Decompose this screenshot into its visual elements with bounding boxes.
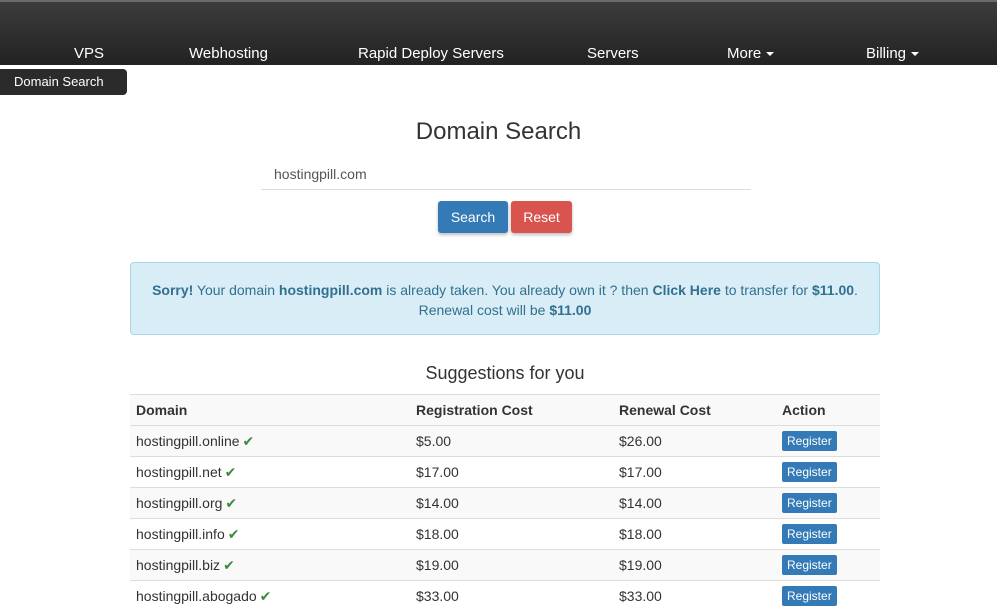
alert-line-2: Renewal cost will be $11.00 — [131, 300, 879, 320]
registration-cost-cell: $33.00 — [410, 580, 613, 609]
alert-text: Your domain — [193, 282, 279, 298]
table-header-row: Domain Registration Cost Renewal Cost Ac… — [130, 394, 880, 426]
breadcrumb-label: Domain Search — [14, 74, 104, 89]
check-icon: ✔ — [259, 587, 272, 604]
action-cell: Register — [776, 487, 880, 519]
column-header-domain: Domain — [130, 394, 410, 426]
table-row: hostingpill.info ✔ $18.00 $18.00 Register — [130, 518, 880, 550]
domain-name: hostingpill.org — [136, 494, 223, 511]
renewal-cost-cell: $33.00 — [613, 580, 776, 609]
register-button[interactable]: Register — [782, 493, 837, 513]
domain-name: hostingpill.info — [136, 525, 225, 542]
register-button[interactable]: Register — [782, 586, 837, 606]
transfer-link[interactable]: Click Here — [652, 282, 720, 298]
table-row: hostingpill.abogado ✔ $33.00 $33.00 Regis… — [130, 580, 880, 609]
registration-cost-cell: $19.00 — [410, 549, 613, 581]
breadcrumb[interactable]: Domain Search — [0, 69, 127, 95]
nav-item-label: Servers — [587, 45, 639, 62]
check-icon: ✔ — [242, 432, 255, 449]
nav-item-label: Billing — [866, 45, 907, 62]
table-row: hostingpill.net ✔ $17.00 $17.00 Register — [130, 456, 880, 488]
domain-cell: hostingpill.net ✔ — [130, 456, 410, 488]
alert-text: is already taken. You already own it ? t… — [382, 282, 653, 298]
action-cell: Register — [776, 456, 880, 488]
nav-item-label: More — [727, 45, 762, 62]
check-icon: ✔ — [225, 494, 238, 511]
search-button[interactable]: Search — [438, 201, 508, 233]
page-title: Domain Search — [415, 118, 582, 145]
transfer-price: $11.00 — [811, 282, 855, 298]
domain-name: hostingpill.biz — [136, 556, 221, 573]
column-header-renewal-cost: Renewal Cost — [613, 394, 776, 426]
nav-item-vps[interactable]: VPS — [74, 45, 104, 62]
nav-item-more[interactable]: More — [727, 45, 775, 62]
renewal-price: $11.00 — [549, 302, 592, 318]
caret-down-icon — [911, 52, 920, 57]
alert-text: . — [854, 282, 858, 298]
check-icon: ✔ — [227, 525, 240, 542]
alert-renewal-text: Renewal cost will be — [418, 302, 550, 318]
table-row: hostingpill.online ✔ $5.00 $26.00 Registe… — [130, 425, 880, 457]
alert-sorry: Sorry! — [152, 282, 194, 298]
registration-cost-cell: $14.00 — [410, 487, 613, 519]
domain-cell: hostingpill.biz ✔ — [130, 549, 410, 581]
register-button[interactable]: Register — [782, 555, 837, 575]
registration-cost-cell: $18.00 — [410, 518, 613, 550]
domain-cell: hostingpill.info ✔ — [130, 518, 410, 550]
renewal-cost-cell: $14.00 — [613, 487, 776, 519]
domain-cell: hostingpill.abogado ✔ — [130, 580, 410, 609]
column-header-action: Action — [776, 394, 880, 426]
reset-button[interactable]: Reset — [511, 201, 572, 233]
suggestions-table: Domain Registration Cost Renewal Cost Ac… — [130, 394, 880, 609]
nav-item-label: Rapid Deploy Servers — [358, 45, 504, 62]
nav-item-rapid-deploy-servers[interactable]: Rapid Deploy Servers — [358, 45, 504, 62]
domain-name: hostingpill.net — [136, 463, 222, 480]
renewal-cost-cell: $26.00 — [613, 425, 776, 457]
renewal-cost-cell: $19.00 — [613, 549, 776, 581]
registration-cost-cell: $17.00 — [410, 456, 613, 488]
alert-line-1: Sorry! Your domain hostingpill.com is al… — [131, 280, 879, 300]
domain-taken-alert: Sorry! Your domain hostingpill.com is al… — [130, 262, 880, 335]
alert-text: to transfer for — [720, 282, 812, 298]
domain-cell: hostingpill.online ✔ — [130, 425, 410, 457]
registration-cost-cell: $5.00 — [410, 425, 613, 457]
nav-item-webhosting[interactable]: Webhosting — [189, 45, 268, 62]
domain-cell: hostingpill.org ✔ — [130, 487, 410, 519]
action-cell: Register — [776, 425, 880, 457]
check-icon: ✔ — [224, 463, 237, 480]
nav-item-servers[interactable]: Servers — [587, 45, 639, 62]
nav-item-label: VPS — [74, 45, 105, 62]
register-button[interactable]: Register — [782, 462, 837, 482]
renewal-cost-cell: $18.00 — [613, 518, 776, 550]
action-cell: Register — [776, 518, 880, 550]
suggestions-title: Suggestions for you — [425, 363, 585, 383]
alert-domain: hostingpill.com — [278, 282, 383, 298]
action-cell: Register — [776, 549, 880, 581]
caret-down-icon — [766, 52, 775, 57]
top-navbar: VPS Webhosting Rapid Deploy Servers Serv… — [0, 0, 997, 65]
table-row: hostingpill.biz ✔ $19.00 $19.00 Register — [130, 549, 880, 581]
table-row: hostingpill.org ✔ $14.00 $14.00 Register — [130, 487, 880, 519]
check-icon: ✔ — [223, 556, 235, 573]
domain-name: hostingpill.abogado — [136, 587, 257, 604]
domain-search-input[interactable] — [261, 158, 751, 190]
nav-item-billing[interactable]: Billing — [866, 45, 920, 62]
nav-item-label: Webhosting — [189, 45, 268, 62]
action-cell: Register — [776, 580, 880, 609]
column-header-registration-cost: Registration Cost — [410, 394, 613, 426]
renewal-cost-cell: $17.00 — [613, 456, 776, 488]
domain-name: hostingpill.online — [136, 432, 240, 449]
register-button[interactable]: Register — [782, 431, 837, 451]
register-button[interactable]: Register — [782, 524, 837, 544]
